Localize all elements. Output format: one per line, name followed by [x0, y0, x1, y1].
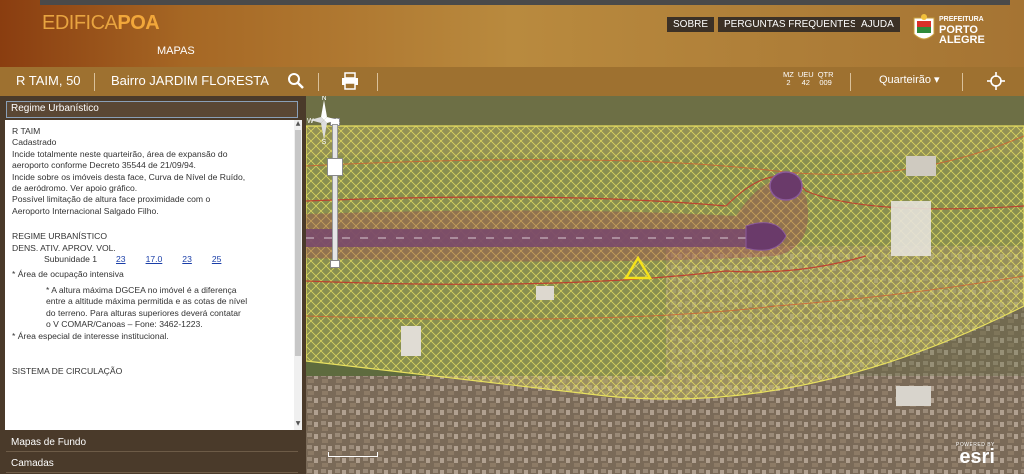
app-logo[interactable]: EDIFICAPOA — [42, 12, 160, 35]
search-icon[interactable] — [287, 72, 305, 90]
map-scale-bar — [328, 452, 378, 457]
accordion-camadas[interactable]: Camadas — [6, 455, 298, 473]
info-line: Possível limitação de altura face proxim… — [12, 194, 211, 205]
info-line: Incide totalmente neste quarteirão, área… — [12, 148, 228, 159]
app-subtitle: MAPAS — [157, 45, 195, 57]
scroll-thumb[interactable] — [295, 130, 301, 356]
neighborhood-name: Bairro JARDIM FLORESTA — [111, 73, 269, 88]
note-altura-maxima: * A altura máxima DGCEA no imóvel é a di… — [46, 284, 248, 330]
city-name-line2: ALEGRE — [939, 34, 985, 46]
zoom-slider-handle[interactable] — [327, 158, 343, 176]
accordion-mapas-de-fundo[interactable]: Mapas de Fundo — [6, 434, 298, 452]
code-value-qtr: 009 — [819, 78, 832, 87]
info-line: Incide sobre os imóveis desta face, Curv… — [12, 171, 246, 182]
regime-urbanistico-header[interactable]: Regime Urbanístico — [6, 101, 298, 118]
compass-e: L — [336, 118, 340, 125]
view-mode-dropdown[interactable]: Quarteirão ▾ — [879, 73, 940, 86]
regime-urbanistico-content[interactable]: R TAIM Cadastrado Incide totalmente nest… — [5, 120, 302, 430]
value-ativ-link[interactable]: 17.0 — [146, 254, 163, 265]
esri-logo: esri — [959, 446, 995, 468]
compass-s: S — [322, 139, 327, 144]
toolbar-divider — [94, 73, 95, 91]
nav-sobre[interactable]: SOBRE — [667, 17, 715, 32]
toolbar-divider — [962, 73, 963, 91]
info-line: Aeroporto Internacional Salgado Filho. — [12, 205, 159, 216]
sistema-circulacao-title: SISTEMA DE CIRCULAÇÃO — [12, 365, 123, 376]
value-aprov-link[interactable]: 23 — [182, 254, 192, 265]
top-nav-2: PERGUNTAS FREQUENTES — [718, 17, 863, 32]
city-crest-icon — [913, 14, 935, 40]
info-panel: Regime Urbanístico R TAIM Cadastrado Inc… — [0, 96, 306, 474]
toolbar-divider — [377, 73, 378, 91]
compass-rose-icon: N S W L — [307, 96, 340, 144]
value-vol-link[interactable]: 25 — [212, 254, 222, 265]
esri-attribution[interactable]: POWERED BY esri — [956, 442, 995, 468]
nav-ajuda[interactable]: AJUDA — [855, 17, 900, 32]
regime-title: REGIME URBANÍSTICO — [12, 231, 108, 242]
subunit-label: Subunidade 1 — [44, 254, 98, 265]
zone-codes: MZ 2 UEU 42 QTR 009 — [783, 71, 834, 87]
aerial-map[interactable] — [306, 96, 1024, 474]
address-toolbar: R TAIM, 50 Bairro JARDIM FLORESTA MZ 2 UE… — [0, 67, 1024, 96]
zoom-out-button[interactable] — [330, 260, 340, 268]
info-line: de aeródromo. Ver apoio gráfico. — [12, 183, 138, 194]
value-dens-link[interactable]: 23 — [116, 254, 126, 265]
scroll-up-icon[interactable]: ▲ — [294, 120, 302, 128]
note-area-ocupacao: * Área de ocupação intensiva — [12, 269, 124, 280]
nav-perguntas-frequentes[interactable]: PERGUNTAS FREQUENTES — [718, 17, 863, 32]
street-address: R TAIM, 50 — [16, 73, 81, 88]
app-header: EDIFICAPOA MAPAS SOBRE PERGUNTAS FREQUEN… — [0, 0, 1024, 67]
info-line: aeroporto conforme Decreto 35544 de 21/0… — [12, 160, 196, 171]
zoom-slider-track[interactable] — [332, 124, 338, 262]
prefeitura-logo[interactable]: PREFEITURA PORTO ALEGRE — [912, 14, 985, 46]
regime-row: Subunidade 1 23 17.0 23 25 — [44, 254, 290, 265]
panel-scrollbar[interactable]: ▲ ▼ — [294, 120, 302, 430]
info-line: Cadastrado — [12, 137, 57, 148]
top-nav-3: AJUDA — [855, 17, 900, 32]
compass-n: N — [321, 96, 326, 102]
compass-w: W — [307, 118, 314, 125]
code-value-ueu: 42 — [801, 78, 810, 87]
scroll-down-icon[interactable]: ▼ — [294, 420, 302, 428]
info-line: R TAIM — [12, 126, 41, 136]
regime-columns: DENS. ATIV. APROV. VOL. — [12, 242, 116, 253]
toolbar-divider — [318, 73, 319, 91]
panel-text: R TAIM Cadastrado Incide totalmente nest… — [12, 126, 290, 377]
toolbar-divider — [850, 73, 851, 91]
code-value-mz: 2 — [786, 78, 791, 87]
print-icon[interactable] — [341, 72, 359, 90]
top-nav: SOBRE — [667, 17, 715, 32]
note-area-especial: * Área especial de interesse institucion… — [12, 330, 169, 341]
map-view[interactable]: N S W L POWERED BY esri — [306, 96, 1024, 474]
locate-crosshair-icon[interactable] — [987, 72, 1005, 90]
